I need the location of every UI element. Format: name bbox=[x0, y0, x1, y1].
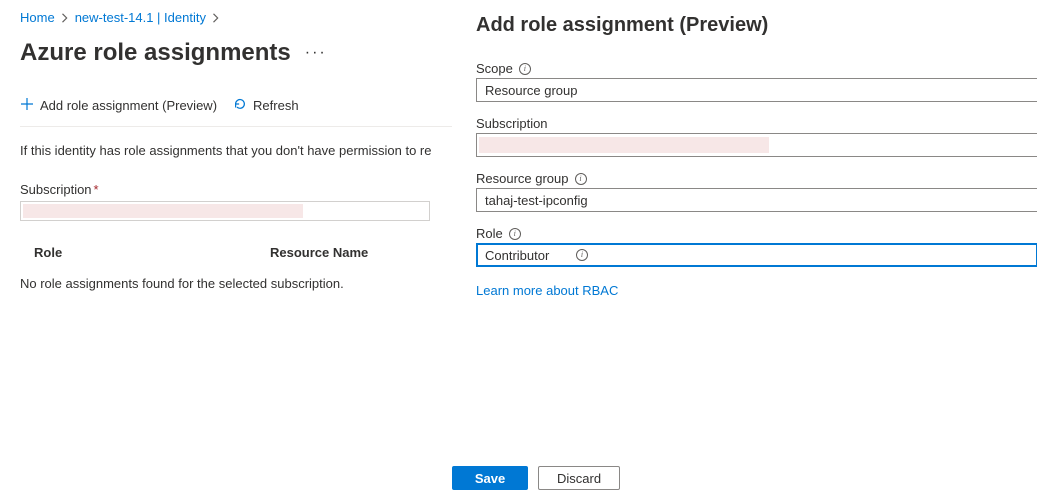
breadcrumb: Home new-test-14.1 | Identity bbox=[20, 0, 452, 25]
info-icon[interactable] bbox=[519, 63, 531, 75]
page-title: Azure role assignments bbox=[20, 39, 291, 67]
panel-title: Add role assignment (Preview) bbox=[476, 14, 1037, 37]
scope-select[interactable] bbox=[476, 78, 1037, 102]
subscription-select[interactable] bbox=[20, 201, 430, 221]
breadcrumb-identity[interactable]: new-test-14.1 | Identity bbox=[75, 10, 206, 25]
role-table-header: Role Resource Name bbox=[20, 237, 452, 268]
chevron-right-icon bbox=[61, 13, 69, 23]
plus-icon bbox=[20, 97, 34, 114]
permission-info-text: If this identity has role assignments th… bbox=[20, 143, 452, 158]
col-resource-name: Resource Name bbox=[270, 245, 368, 260]
chevron-right-icon bbox=[212, 13, 220, 23]
role-label: Role bbox=[476, 226, 503, 241]
info-icon[interactable] bbox=[575, 173, 587, 185]
info-icon[interactable] bbox=[509, 228, 521, 240]
subscription-label: Subscription bbox=[476, 116, 548, 131]
col-role: Role bbox=[20, 245, 270, 260]
redacted-subscription bbox=[23, 204, 303, 218]
refresh-label: Refresh bbox=[253, 98, 299, 113]
breadcrumb-home[interactable]: Home bbox=[20, 10, 55, 25]
command-bar: Add role assignment (Preview) Refresh bbox=[20, 97, 452, 127]
subscription-select[interactable] bbox=[476, 133, 1037, 157]
refresh-button[interactable]: Refresh bbox=[233, 97, 299, 114]
redacted-subscription bbox=[479, 137, 769, 153]
more-menu-icon[interactable]: ··· bbox=[305, 44, 327, 62]
scope-label: Scope bbox=[476, 61, 513, 76]
resource-group-label: Resource group bbox=[476, 171, 569, 186]
resource-group-select[interactable] bbox=[476, 188, 1037, 212]
subscription-label: Subscription* bbox=[20, 182, 452, 197]
add-role-assignment-button[interactable]: Add role assignment (Preview) bbox=[20, 97, 217, 114]
required-star-icon: * bbox=[94, 182, 99, 197]
role-select[interactable] bbox=[476, 243, 1037, 267]
refresh-icon bbox=[233, 97, 247, 114]
save-button[interactable]: Save bbox=[452, 466, 528, 490]
add-role-panel: Add role assignment (Preview) Scope Subs… bbox=[452, 0, 1061, 504]
empty-state-text: No role assignments found for the select… bbox=[20, 276, 452, 291]
add-role-label: Add role assignment (Preview) bbox=[40, 98, 217, 113]
learn-more-link[interactable]: Learn more about RBAC bbox=[476, 283, 618, 298]
discard-button[interactable]: Discard bbox=[538, 466, 620, 490]
